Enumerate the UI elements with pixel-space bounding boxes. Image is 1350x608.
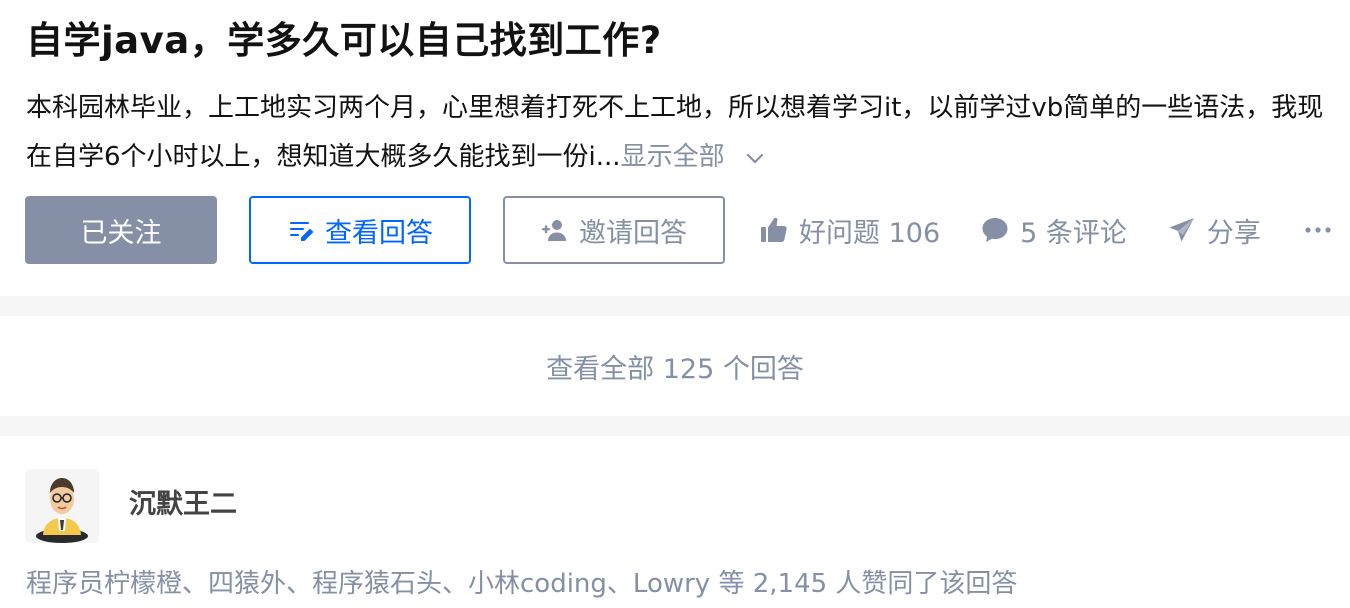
more-horizontal-icon bbox=[1305, 227, 1331, 233]
view-all-answers-button[interactable]: 查看全部 125 个回答 bbox=[0, 316, 1350, 416]
more-button[interactable] bbox=[1303, 215, 1333, 245]
invite-label: 邀请回答 bbox=[579, 217, 687, 249]
question-card: 自学java，学多久可以自己找到工作? 本科园林毕业，上工地实习两个月，心里想着… bbox=[0, 0, 1350, 296]
view-answers-button[interactable]: 查看回答 bbox=[249, 196, 471, 264]
question-detail: 本科园林毕业，上工地实习两个月，心里想着打死不上工地，所以想着学习it，以前学过… bbox=[26, 84, 1336, 182]
show-all-button[interactable]: 显示全部 bbox=[621, 133, 767, 182]
comments-label: 5 条评论 bbox=[1020, 217, 1127, 249]
share-label: 分享 bbox=[1206, 217, 1261, 249]
answer-card: 沉默王二 程序员柠檬橙、四猿外、程序猿石头、小林coding、Lowry 等 2… bbox=[0, 436, 1350, 608]
avatar[interactable] bbox=[25, 469, 99, 543]
add-user-icon bbox=[542, 220, 566, 241]
good-question-label: 好问题 106 bbox=[799, 217, 941, 249]
author-avatar-image bbox=[25, 469, 99, 543]
invite-answer-button[interactable]: 邀请回答 bbox=[503, 196, 725, 264]
share-button[interactable]: 分享 bbox=[1167, 211, 1261, 250]
followed-button[interactable]: 已关注 bbox=[25, 196, 217, 264]
chevron-down-icon bbox=[746, 153, 763, 163]
view-all-label: 查看全部 125 个回答 bbox=[546, 353, 804, 385]
good-question-button[interactable]: 好问题 106 bbox=[759, 211, 940, 250]
comments-button[interactable]: 5 条评论 bbox=[980, 211, 1127, 250]
question-actions: 已关注 查看回答 邀请回答 好问题 106 5 条评论 分享 bbox=[25, 196, 1333, 264]
write-answer-icon bbox=[290, 222, 314, 241]
followed-label: 已关注 bbox=[80, 217, 162, 249]
author-name[interactable]: 沉默王二 bbox=[129, 485, 237, 525]
comment-icon bbox=[982, 218, 1008, 242]
voters-summary: 程序员柠檬橙、四猿外、程序猿石头、小林coding、Lowry 等 2,145 … bbox=[26, 569, 1018, 599]
show-all-label: 显示全部 bbox=[620, 142, 725, 172]
paper-plane-icon bbox=[1169, 218, 1194, 242]
thumbs-up-icon bbox=[761, 217, 787, 242]
question-title[interactable]: 自学java，学多久可以自己找到工作? bbox=[26, 14, 662, 68]
view-answers-label: 查看回答 bbox=[325, 217, 433, 249]
